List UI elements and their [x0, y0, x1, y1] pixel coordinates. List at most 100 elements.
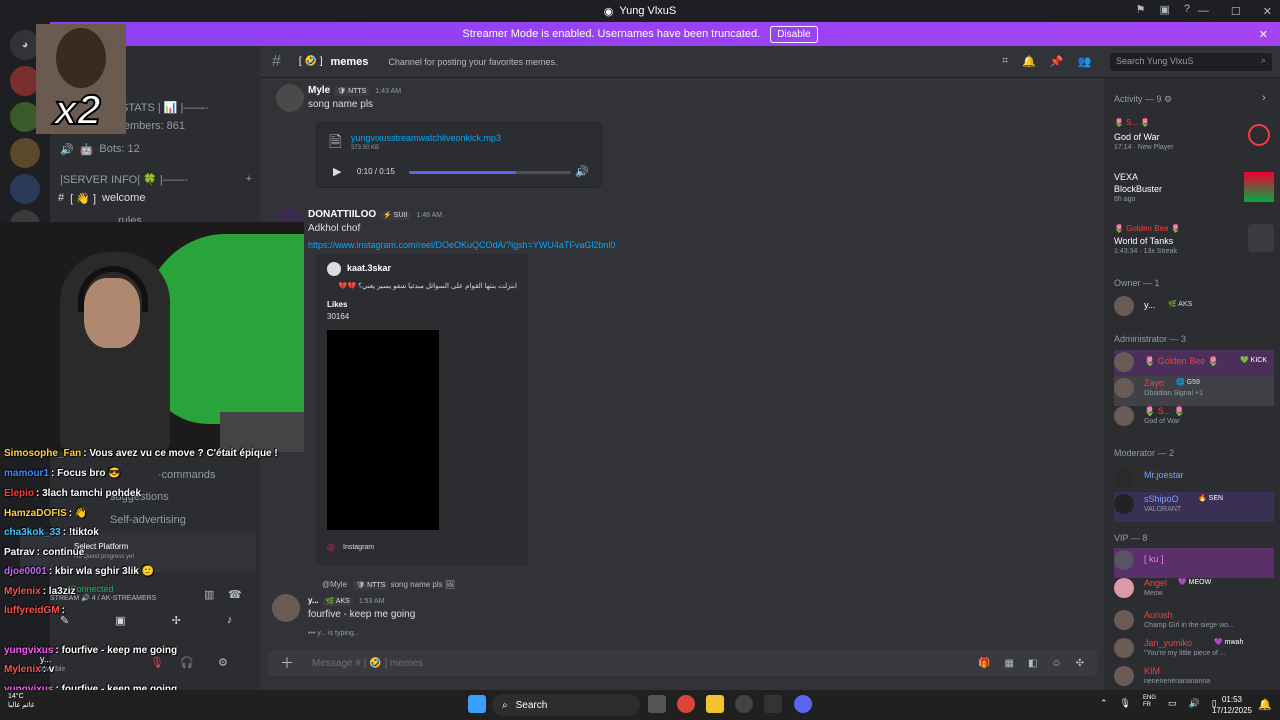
mic-icon[interactable]: 🎙	[1120, 698, 1131, 709]
member-row[interactable]: [ ku ]	[1114, 548, 1274, 578]
channel-label: welcome	[102, 192, 146, 204]
channel-emoji: [ 🤣 ]	[298, 56, 323, 67]
chevron-up-icon[interactable]: ⌃	[1100, 698, 1108, 709]
typing-indicator: ••• y... is typing...	[308, 630, 360, 637]
member-list-icon[interactable]: 👥	[1078, 55, 1092, 68]
pin-icon[interactable]: 📌	[1050, 55, 1064, 68]
multiplier-text: x2	[53, 85, 102, 134]
member-row[interactable]: Zayn 🌐 G59 Obsidian Signal +1	[1114, 376, 1274, 406]
network-icon[interactable]: ▭	[1168, 698, 1177, 709]
member-row[interactable]: sShipoO 🔥 SEN VALORANT	[1114, 492, 1274, 522]
member-row[interactable]: Aurush Champ Girl in the siege wo...	[1114, 608, 1274, 638]
member-row[interactable]: 🌷 S... 🌷 God of War	[1114, 404, 1274, 434]
add-channel-icon[interactable]: +	[246, 173, 252, 185]
server-icon[interactable]	[10, 138, 40, 168]
chat-user: cha3kok_33	[4, 527, 61, 538]
activity-card[interactable]: 🌷 Golden Bee 🌷 World of Tanks 1:43:34 · …	[1114, 224, 1274, 264]
role-header-owner: Owner — 1	[1114, 278, 1160, 288]
search-input[interactable]: Search Yung VlxuS ⌕	[1110, 53, 1272, 71]
user-tag: 🛡 NTTS	[334, 87, 370, 96]
lang2-label: FR	[1142, 702, 1151, 708]
role-header-admin: Administrator — 3	[1114, 334, 1187, 344]
message-composer[interactable]: ＋ Message # [ 🤣 ] memes 🎁 ▦ ◧ ☺ ✣	[268, 650, 1098, 676]
weather-text: غائم غالبا	[8, 702, 35, 709]
avatar[interactable]	[276, 84, 304, 112]
obs-icon[interactable]	[735, 695, 753, 713]
weather-widget[interactable]: 14°C غائم غالبا	[8, 692, 35, 710]
volume-icon[interactable]: 🔊	[575, 165, 589, 178]
user-tag: 🛡 NTTS	[353, 581, 389, 590]
audio-filename[interactable]: yungvixusstreamwatchliveonkick.mp3	[351, 133, 501, 143]
activity-user: 🌷 S... 🌷	[1114, 118, 1151, 127]
message-reply[interactable]: @Myle 🛡 NTTS song name pls 🖼 y... 🌿 AKS 1:…	[268, 580, 1068, 640]
gif-icon[interactable]: ▦	[1004, 658, 1013, 669]
chevron-right-icon[interactable]: ›	[1262, 92, 1266, 104]
channel-bots-count[interactable]: 🔊 🤖 Bots: 12	[60, 138, 252, 160]
message-link[interactable]: https://www.instagram.com/reel/DOeOKuQCO…	[308, 240, 615, 250]
audio-progress-bar[interactable]	[409, 171, 571, 174]
minimize-button[interactable]: —	[1198, 5, 1209, 17]
notification-bell-icon[interactable]: 🔔	[1022, 55, 1036, 68]
help-icon[interactable]: ?	[1184, 3, 1190, 16]
message-author[interactable]: Myle	[308, 85, 330, 96]
terminal-icon[interactable]	[764, 695, 782, 713]
member-tag: 🌐 G59	[1176, 379, 1200, 386]
gear-icon[interactable]: ⚙	[1164, 94, 1172, 104]
server-icon[interactable]	[10, 174, 40, 204]
channel-welcome[interactable]: # [ 👋 ] welcome	[58, 187, 252, 209]
user-tag: ⚡ SUII	[380, 211, 411, 220]
maximize-button[interactable]: ☐	[1231, 5, 1241, 18]
search-icon: ⌕	[502, 699, 508, 711]
activity-header[interactable]: Activity — 9 ⚙	[1114, 94, 1172, 105]
message-text: fourfive - keep me going	[308, 609, 416, 620]
apps-icon[interactable]: ✣	[1076, 658, 1084, 669]
member-row[interactable]: Jan_yumiko 💜 mwah "You're my little piec…	[1114, 636, 1274, 666]
file-explorer-icon[interactable]	[706, 695, 724, 713]
role-header-vip: VIP — 8	[1114, 533, 1148, 543]
taskbar-search[interactable]: ⌕ Search	[492, 694, 640, 716]
chat-line: mamour1: Focus bro 😎	[4, 468, 121, 479]
activity-detail: 6h ago	[1114, 196, 1136, 203]
chat-user: Simosophe_Fan	[4, 448, 82, 459]
member-row[interactable]: Angel 💜 MEOW Meow	[1114, 576, 1274, 606]
chat-line: cha3kok_33: !tiktok	[4, 527, 99, 538]
language-indicator[interactable]: ENG FR	[1143, 695, 1156, 709]
clock[interactable]: 01:53 17/12/2025	[1212, 694, 1252, 716]
volume-icon[interactable]: 🔊	[1189, 698, 1200, 709]
video-thumbnail[interactable]	[327, 330, 439, 530]
disable-button[interactable]: Disable	[770, 25, 818, 43]
start-icon[interactable]	[468, 695, 486, 713]
user-tag: 🌿 AKS	[322, 597, 353, 606]
emoji-icon[interactable]: ☺	[1051, 658, 1061, 669]
message[interactable]: Myle 🛡 NTTS 1:43 AM song name pls 🗎 yungvi…	[268, 82, 1068, 202]
task-view-icon[interactable]	[648, 695, 666, 713]
gift-icon[interactable]: 🎁	[978, 658, 990, 669]
activity-label: Activity — 9	[1114, 94, 1162, 104]
inbox-icon[interactable]: ⚑	[1136, 3, 1146, 16]
activity-card[interactable]: VEXA BlockBuster 6h ago	[1114, 172, 1274, 212]
notification-bell-icon[interactable]: 🔔	[1258, 698, 1272, 711]
chrome-icon[interactable]	[677, 695, 695, 713]
reply-author: @Myle	[322, 580, 348, 589]
screen-icon[interactable]: ▣	[1159, 3, 1169, 16]
member-tag: 💜 MEOW	[1178, 579, 1212, 586]
avatar	[1114, 550, 1134, 570]
audio-time: 0:10 / 0:15	[357, 167, 395, 176]
webcam-feed	[0, 222, 304, 452]
discord-icon[interactable]	[794, 695, 812, 713]
message-author[interactable]: DONATTIILOO	[308, 209, 376, 220]
message[interactable]: DONATTIILOO ⚡ SUII 1:48 AM Adkhol chof htt…	[268, 208, 1068, 568]
member-row[interactable]: y... 🌿 AKS	[1114, 294, 1274, 324]
embed-author[interactable]: kaat.3skar	[347, 263, 391, 273]
sticker-icon[interactable]: ◧	[1028, 658, 1037, 669]
play-icon[interactable]: ▶	[333, 165, 341, 178]
activity-card[interactable]: 🌷 S... 🌷 God of War 17:14 · New Player	[1114, 118, 1274, 158]
member-name: [ ku ]	[1144, 554, 1164, 564]
close-window-button[interactable]: ✕	[1263, 5, 1272, 18]
activity-game: God of War	[1114, 132, 1160, 142]
channel-topic[interactable]: Channel for posting your favorites memes…	[388, 57, 557, 67]
threads-icon[interactable]: ⌗	[1002, 55, 1008, 68]
close-banner-icon[interactable]: ✕	[1259, 28, 1268, 41]
reply-preview[interactable]: @Myle 🛡 NTTS song name pls 🖼	[322, 580, 455, 590]
avatar	[1114, 578, 1134, 598]
